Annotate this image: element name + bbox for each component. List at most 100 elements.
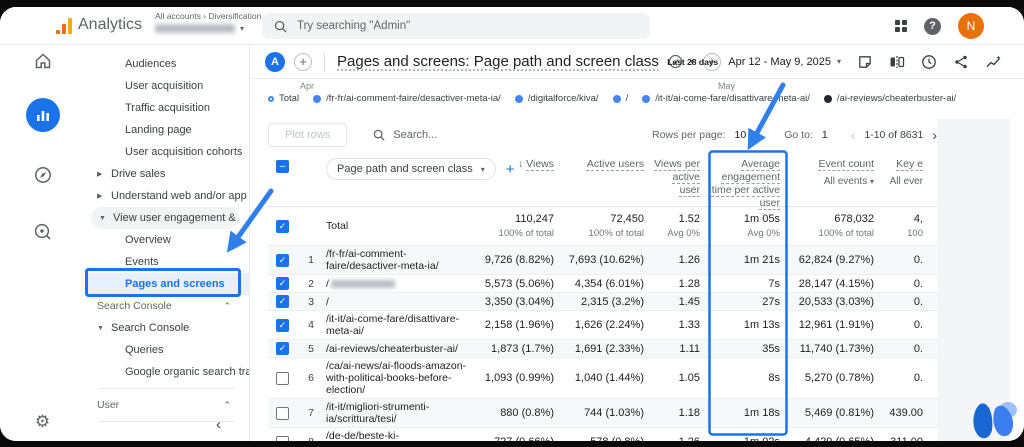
chevron-down-icon[interactable]: ▾ xyxy=(755,131,759,140)
chevron-down-icon[interactable]: ▼ xyxy=(99,215,113,222)
avatar[interactable]: N xyxy=(958,13,984,39)
collapse-chevron-icon[interactable]: ⌃ xyxy=(223,301,231,312)
table-header-row: – Page path and screen class ▾ + ↓ Views A… xyxy=(268,151,937,210)
prev-page-icon[interactable]: ‹ xyxy=(851,127,856,143)
chevron-right-icon[interactable]: ▶ xyxy=(97,170,111,178)
chevron-down-icon: ▾ xyxy=(869,177,874,186)
sidebar-item-understand-web-and-or-app-t[interactable]: ▶ Understand web and/or app t... xyxy=(85,185,249,207)
row-checkbox[interactable]: ✓ xyxy=(276,318,289,332)
views-per-user-cell: 1.26 xyxy=(678,254,700,266)
account-switcher[interactable]: All accounts › Diversification ▾ xyxy=(155,11,261,33)
collapse-chevron-icon[interactable]: ⌃ xyxy=(223,400,231,411)
divider xyxy=(99,388,235,389)
sidebar-item-user-acquisition-cohorts[interactable]: User acquisition cohorts xyxy=(85,141,249,163)
engagement-time-cell: 35s xyxy=(762,342,780,355)
sidebar-item-search-console[interactable]: ▼ Search Console xyxy=(85,317,249,339)
note-icon[interactable] xyxy=(857,54,873,70)
views-cell: 1,873 (1.7%) xyxy=(491,342,554,355)
legend-chip-fr-fr-ai-comment-faire-desactiver-meta-ia[interactable]: /fr-fr/ai-comment-faire/desactiver-meta-… xyxy=(313,93,501,104)
row-checkbox[interactable]: ✓ xyxy=(276,342,289,355)
column-header-views[interactable]: ↓ Views xyxy=(476,151,562,210)
sidebar-item-overview[interactable]: Overview xyxy=(85,229,249,251)
goto-label: Go to: xyxy=(784,129,813,141)
column-header-average-engagement-time-per-active-user[interactable]: Average engagement time per active user xyxy=(708,151,788,210)
analytics-logo-icon[interactable] xyxy=(56,18,72,34)
share-icon[interactable] xyxy=(953,54,969,70)
report-title[interactable]: Pages and screens: Page path and screen … xyxy=(337,53,659,70)
row-checkbox[interactable]: ✓ xyxy=(276,277,289,290)
select-all-checkbox[interactable]: – xyxy=(276,160,289,173)
totals-label: Total xyxy=(326,220,349,232)
advertising-icon[interactable] xyxy=(0,218,85,246)
row-checkbox[interactable] xyxy=(276,371,289,385)
column-header-views-per-active-user[interactable]: Views per active user xyxy=(652,151,708,210)
chevron-down-icon[interactable]: ▼ xyxy=(97,325,111,332)
chevron-right-icon[interactable]: ▶ xyxy=(97,192,111,200)
views-per-user-cell: 1.11 xyxy=(679,342,700,355)
sidebar-item-audiences[interactable]: Audiences xyxy=(85,53,249,75)
legend-chip-total[interactable]: Total xyxy=(268,93,299,104)
insights-icon[interactable] xyxy=(985,54,1002,70)
views-cell: 880 (0.8%) xyxy=(500,407,554,419)
views-cell: 9,726 (8.82%) xyxy=(484,254,554,266)
help-icon[interactable]: ? xyxy=(924,17,941,35)
sidebar-item-pages-and-screens[interactable]: Pages and screens xyxy=(85,273,249,295)
comparison-chip[interactable]: A xyxy=(265,51,285,72)
date-range-picker[interactable]: Apr 12 - May 9, 2025 xyxy=(728,56,831,68)
column-header-event-count[interactable]: Event count All events ▾ xyxy=(788,151,882,210)
totals-checkbox[interactable]: ✓ xyxy=(276,219,289,233)
reports-selected-circle xyxy=(25,98,60,132)
table-search-input[interactable]: Search... xyxy=(373,129,437,141)
legend-dot-icon xyxy=(612,94,621,103)
sidebar-item-drive-sales[interactable]: ▶ Drive sales xyxy=(85,163,249,185)
table-toolbar: Plot rows Search... Rows per page: 10 ▾ … xyxy=(268,119,937,151)
key-events-cell: 0. xyxy=(913,295,923,308)
row-checkbox[interactable]: ✓ xyxy=(276,295,289,308)
legend-chip-ai-reviews-cheaterbuster-ai[interactable]: /ai-reviews/cheaterbuster-ai/ xyxy=(823,93,956,104)
legend-chip-it-it-ai-come-fare-disattivare-meta-ai[interactable]: /it-it/ai-come-fare/disattivare-meta-ai/ xyxy=(642,93,810,104)
reports-icon[interactable] xyxy=(0,98,85,132)
engagement-time-cell: 1m 02s xyxy=(708,436,788,441)
dimension-selector[interactable]: Page path and screen class ▾ xyxy=(326,158,496,180)
next-page-icon[interactable]: › xyxy=(932,127,937,143)
row-checkbox[interactable]: ✓ xyxy=(276,253,289,267)
sidebar-item-traffic-acquisition[interactable]: Traffic acquisition xyxy=(85,97,249,119)
settings-gear-icon[interactable]: ⚙ xyxy=(0,408,85,436)
engagement-time-cell: 1m 21s xyxy=(743,254,780,266)
sidebar-item-view-user-engagement-rete[interactable]: ▼View user engagement & rete... xyxy=(91,207,239,229)
sidebar-item-landing-page[interactable]: Landing page xyxy=(85,119,249,141)
chevron-down-icon[interactable]: ▾ xyxy=(837,57,841,66)
row-checkbox[interactable] xyxy=(276,406,289,420)
column-header-active-users[interactable]: Active users xyxy=(562,151,652,210)
legend-chip-[interactable]: / xyxy=(612,93,628,104)
apps-grid-icon[interactable] xyxy=(895,20,907,32)
sidebar-item-events[interactable]: Events xyxy=(85,251,249,273)
sidebar-section-search-console[interactable]: Search Console ⌃ xyxy=(85,295,249,317)
rows-per-page-select[interactable]: 10 xyxy=(735,129,747,141)
explore-icon[interactable] xyxy=(0,161,85,189)
table-row-1: ✓ 1/fr-fr/ai-comment-faire/desactiver-met… xyxy=(268,246,937,275)
column-filter[interactable]: All ever xyxy=(882,175,923,188)
legend-chip-digitalforce-kiva[interactable]: /digitalforce/kiva/ xyxy=(514,93,599,104)
plot-rows-button[interactable]: Plot rows xyxy=(268,123,348,147)
add-comparison-icon[interactable]: + xyxy=(294,52,312,71)
global-search-input[interactable]: Try searching "Admin" xyxy=(262,13,650,39)
column-header-key-e[interactable]: Key e All ever xyxy=(882,151,937,210)
home-icon[interactable] xyxy=(0,47,85,75)
row-checkbox[interactable] xyxy=(276,435,289,441)
compare-reports-icon[interactable] xyxy=(889,54,905,70)
totals-row: ✓ Total 110,247 100% of total 72,450 100% … xyxy=(268,207,937,246)
sidebar-item-google-organic-search-traf[interactable]: Google organic search traf... xyxy=(85,361,249,383)
sidebar-section-user[interactable]: User ⌃ xyxy=(85,394,249,416)
row-number: 5 xyxy=(308,342,314,355)
views-per-user-cell: 1.05 xyxy=(678,372,700,384)
page-path-cell: / xyxy=(326,278,476,290)
collapse-sidenav-icon[interactable]: ‹ xyxy=(216,416,221,433)
page-path-cell: /ca/ai-news/ai-floods-amazon-with-politi… xyxy=(326,360,467,396)
engagement-time-cell: 7s xyxy=(768,277,780,290)
clock-icon[interactable] xyxy=(921,54,937,70)
sidebar-item-user-acquisition[interactable]: User acquisition xyxy=(85,75,249,97)
goto-page-input[interactable]: 1 xyxy=(822,129,828,141)
sidebar-item-queries[interactable]: Queries xyxy=(85,339,249,361)
column-filter[interactable]: All events ▾ xyxy=(788,175,874,188)
